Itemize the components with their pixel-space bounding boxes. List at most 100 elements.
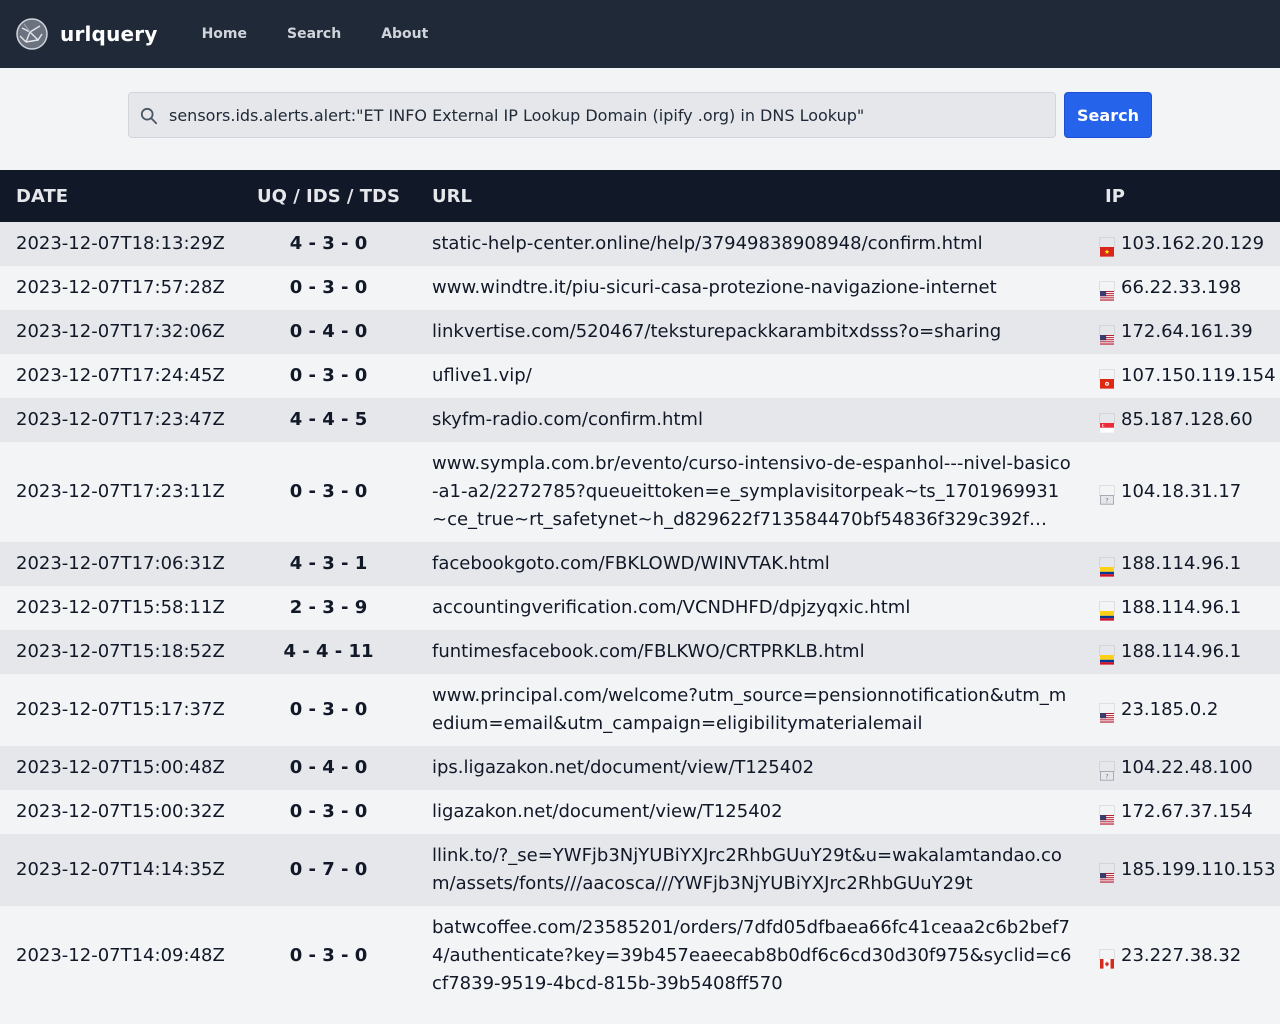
row-url-link[interactable]: static-help-center.online/help/379498389… — [432, 230, 1073, 258]
row-ip[interactable]: 172.67.37.154 — [1121, 801, 1253, 822]
row-url-link[interactable]: facebookgoto.com/FBKLOWD/WINVTAK.html — [432, 550, 1073, 578]
row-ip-cell: 185.199.110.153 — [1089, 834, 1280, 906]
row-date: 2023-12-07T14:09:48Z — [0, 906, 241, 1006]
row-url-link[interactable]: llink.to/?_se=YWFjb3NjYUBiYXJrc2RhbGUuY2… — [432, 842, 1073, 898]
row-score: 2 - 3 - 9 — [241, 586, 416, 630]
search-bar: Search — [0, 68, 1280, 170]
row-ip[interactable]: 103.162.20.129 — [1121, 233, 1264, 254]
table-row[interactable]: 2023-12-07T17:06:31Z 4 - 3 - 1 facebookgot… — [0, 542, 1280, 586]
row-url-link[interactable]: www.principal.com/welcome?utm_source=pen… — [432, 682, 1073, 738]
row-ip-cell: 172.67.37.154 — [1089, 790, 1280, 834]
row-score: 4 - 3 - 0 — [241, 222, 416, 266]
row-ip[interactable]: 66.22.33.198 — [1121, 277, 1241, 298]
table-row[interactable]: 2023-12-07T14:14:35Z 0 - 7 - 0 llink.to/?_… — [0, 834, 1280, 906]
row-url-link[interactable]: ips.ligazakon.net/document/view/T125402 — [432, 754, 1073, 782]
table-row[interactable]: 2023-12-07T15:18:52Z 4 - 4 - 11 funtimesfa… — [0, 630, 1280, 674]
us-flag-icon — [1099, 324, 1115, 345]
unknown-flag-icon: ? — [1099, 484, 1115, 505]
row-date: 2023-12-07T17:23:47Z — [0, 398, 241, 442]
row-date: 2023-12-07T17:06:31Z — [0, 542, 241, 586]
row-url-cell: ligazakon.net/document/view/T125402 — [416, 790, 1089, 834]
row-url-link[interactable]: ligazakon.net/document/view/T125402 — [432, 798, 1073, 826]
top-navbar: urlquery Home Search About — [0, 0, 1280, 68]
row-url-link[interactable]: uflive1.vip/ — [432, 362, 1073, 390]
row-ip[interactable]: 104.22.48.100 — [1121, 757, 1253, 778]
row-ip-cell: 188.114.96.1 — [1089, 586, 1280, 630]
row-ip[interactable]: 172.64.161.39 — [1121, 321, 1253, 342]
row-url-cell: linkvertise.com/520467/teksturepackkaram… — [416, 310, 1089, 354]
vn-flag-icon — [1099, 236, 1115, 257]
row-ip[interactable]: 23.227.38.32 — [1121, 945, 1241, 966]
row-date: 2023-12-07T18:13:29Z — [0, 222, 241, 266]
us-flag-icon — [1099, 280, 1115, 301]
row-score: 0 - 7 - 0 — [241, 834, 416, 906]
search-button[interactable]: Search — [1064, 92, 1152, 138]
row-ip-cell: 66.22.33.198 — [1089, 266, 1280, 310]
row-score: 4 - 4 - 5 — [241, 398, 416, 442]
row-date: 2023-12-07T15:17:37Z — [0, 674, 241, 746]
row-score: 0 - 4 - 0 — [241, 310, 416, 354]
row-ip[interactable]: 104.18.31.17 — [1121, 481, 1241, 502]
nav-home[interactable]: Home — [202, 26, 247, 42]
row-url-link[interactable]: skyfm-radio.com/confirm.html — [432, 406, 1073, 434]
row-url-link[interactable]: accountingverification.com/VCNDHFD/dpjzy… — [432, 594, 1073, 622]
row-date: 2023-12-07T15:18:52Z — [0, 630, 241, 674]
us-flag-icon — [1099, 804, 1115, 825]
column-header-ip[interactable]: IP — [1089, 170, 1280, 222]
co-flag-icon — [1099, 556, 1115, 577]
column-header-date[interactable]: DATE — [0, 170, 241, 222]
table-row[interactable]: 2023-12-07T17:23:11Z 0 - 3 - 0 www.sympla.… — [0, 442, 1280, 542]
row-ip[interactable]: 107.150.119.154 — [1121, 365, 1276, 386]
row-ip-cell: ? 104.18.31.17 — [1089, 442, 1280, 542]
table-row[interactable]: 2023-12-07T18:13:29Z 4 - 3 - 0 static-help… — [0, 222, 1280, 266]
row-url-link[interactable]: www.windtre.it/piu-sicuri-casa-protezion… — [432, 274, 1073, 302]
brand-name: urlquery — [60, 22, 158, 46]
row-url-link[interactable]: linkvertise.com/520467/teksturepackkaram… — [432, 318, 1073, 346]
table-row[interactable]: 2023-12-07T14:09:48Z 0 - 3 - 0 batwcoffee.… — [0, 906, 1280, 1006]
row-ip[interactable]: 85.187.128.60 — [1121, 409, 1253, 430]
column-header-score[interactable]: UQ / IDS / TDS — [241, 170, 416, 222]
row-url-cell: funtimesfacebook.com/FBLKWO/CRTPRKLB.htm… — [416, 630, 1089, 674]
urlquery-logo-icon — [16, 18, 48, 50]
row-url-cell: www.windtre.it/piu-sicuri-casa-protezion… — [416, 266, 1089, 310]
row-ip[interactable]: 185.199.110.153 — [1121, 859, 1276, 880]
row-ip-cell: 85.187.128.60 — [1089, 398, 1280, 442]
row-date: 2023-12-07T15:00:48Z — [0, 746, 241, 790]
table-row[interactable]: 2023-12-07T15:58:11Z 2 - 3 - 9 accountingv… — [0, 586, 1280, 630]
row-ip[interactable]: 188.114.96.1 — [1121, 641, 1241, 662]
row-date: 2023-12-07T17:24:45Z — [0, 354, 241, 398]
row-ip[interactable]: 188.114.96.1 — [1121, 597, 1241, 618]
co-flag-icon — [1099, 644, 1115, 665]
row-ip-cell: 103.162.20.129 — [1089, 222, 1280, 266]
row-url-link[interactable]: www.sympla.com.br/evento/curso-intensivo… — [432, 450, 1073, 534]
ca-flag-icon — [1099, 948, 1115, 969]
nav-about[interactable]: About — [381, 26, 428, 42]
table-row[interactable]: 2023-12-07T15:00:32Z 0 - 3 - 0 ligazakon.n… — [0, 790, 1280, 834]
us-flag-icon — [1099, 702, 1115, 723]
table-row[interactable]: 2023-12-07T15:00:48Z 0 - 4 - 0 ips.ligazak… — [0, 746, 1280, 790]
row-date: 2023-12-07T17:32:06Z — [0, 310, 241, 354]
row-score: 0 - 3 - 0 — [241, 266, 416, 310]
table-row[interactable]: 2023-12-07T17:23:47Z 4 - 4 - 5 skyfm-radio… — [0, 398, 1280, 442]
brand-link[interactable]: urlquery — [16, 18, 158, 50]
main-nav: Home Search About — [202, 26, 469, 42]
search-field-wrapper — [128, 92, 1056, 138]
row-ip[interactable]: 23.185.0.2 — [1121, 699, 1218, 720]
table-row[interactable]: 2023-12-07T17:24:45Z 0 - 3 - 0 uflive1.vip… — [0, 354, 1280, 398]
row-url-link[interactable]: batwcoffee.com/23585201/orders/7dfd05dfb… — [432, 914, 1073, 998]
row-score: 0 - 3 - 0 — [241, 674, 416, 746]
table-row[interactable]: 2023-12-07T15:17:37Z 0 - 3 - 0 www.princip… — [0, 674, 1280, 746]
row-date: 2023-12-07T15:00:32Z — [0, 790, 241, 834]
table-row[interactable]: 2023-12-07T17:57:28Z 0 - 3 - 0 www.windtre… — [0, 266, 1280, 310]
row-url-link[interactable]: funtimesfacebook.com/FBLKWO/CRTPRKLB.htm… — [432, 638, 1073, 666]
search-input[interactable] — [129, 93, 1055, 137]
table-row[interactable]: 2023-12-07T17:32:06Z 0 - 4 - 0 linkvertise… — [0, 310, 1280, 354]
row-ip[interactable]: 188.114.96.1 — [1121, 553, 1241, 574]
nav-search[interactable]: Search — [287, 26, 341, 42]
co-flag-icon — [1099, 600, 1115, 621]
row-ip-cell: 188.114.96.1 — [1089, 630, 1280, 674]
hk-flag-icon — [1099, 368, 1115, 389]
column-header-url[interactable]: URL — [416, 170, 1089, 222]
row-url-cell: ips.ligazakon.net/document/view/T125402 — [416, 746, 1089, 790]
row-score: 0 - 3 - 0 — [241, 906, 416, 1006]
